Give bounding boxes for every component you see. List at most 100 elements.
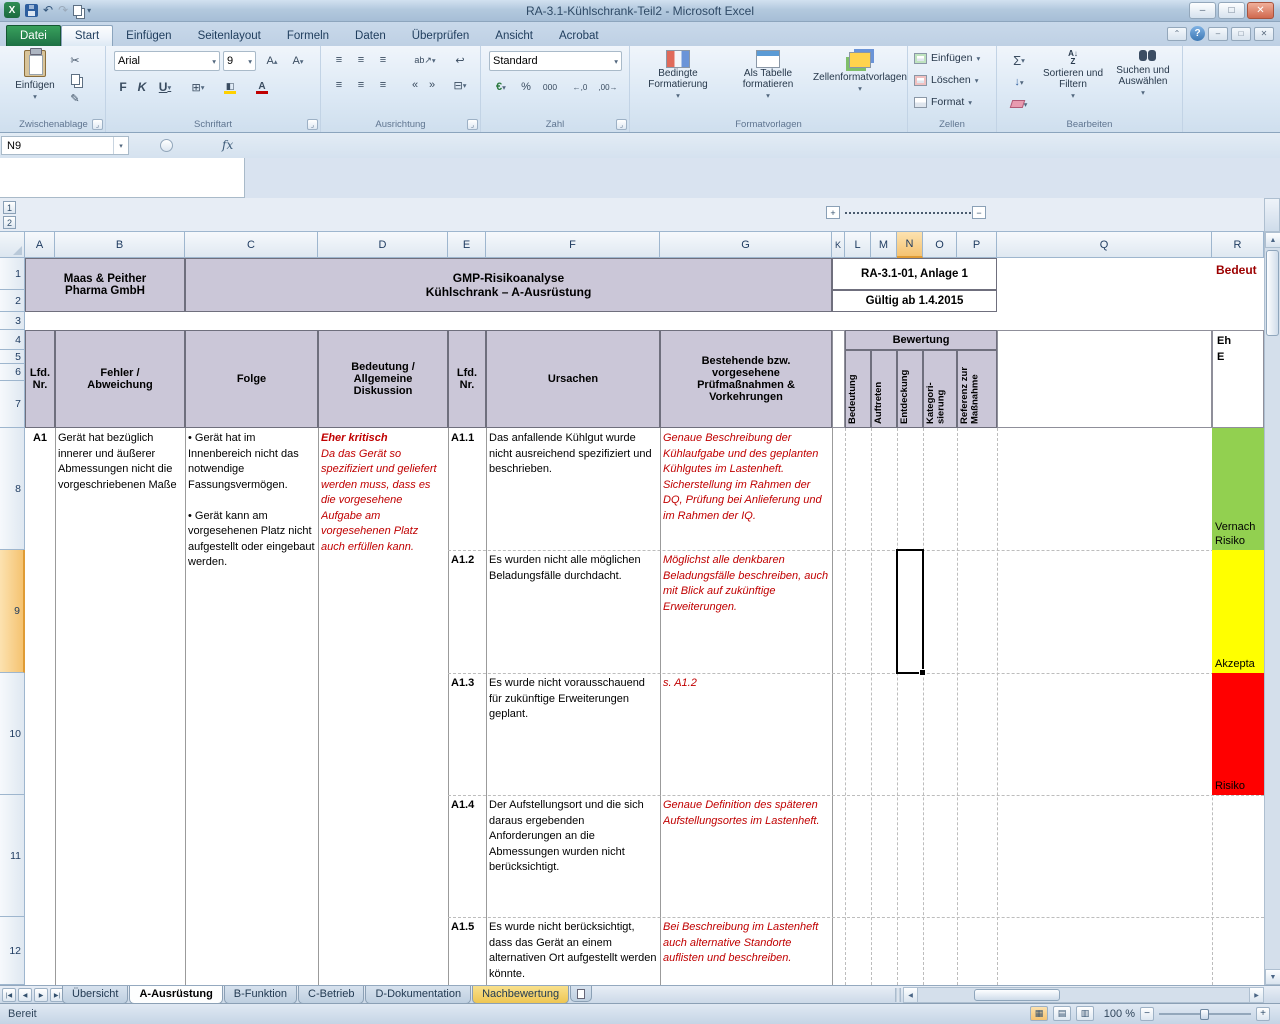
outline-level-1-button[interactable]: 1: [3, 201, 16, 214]
cell-a1-2-massnahme[interactable]: Möglichst alle denkbaren Beladungsfälle …: [663, 553, 829, 669]
col-header-o[interactable]: O: [923, 232, 957, 258]
decrease-decimal-button[interactable]: ,00→: [595, 77, 621, 97]
borders-button[interactable]: ⊞▾: [184, 77, 212, 97]
sheet-tab-c-betrieb[interactable]: C-Betrieb: [298, 986, 364, 1004]
col-header-n[interactable]: N: [897, 232, 923, 258]
increase-decimal-button[interactable]: ←,0: [567, 77, 593, 97]
align-right-icon[interactable]: ≡: [373, 76, 393, 94]
active-cell-selection[interactable]: [896, 549, 924, 674]
header-fehler[interactable]: Fehler / Abweichung: [55, 330, 185, 428]
first-sheet-icon[interactable]: |◀: [2, 988, 16, 1002]
percent-style-button[interactable]: %: [517, 77, 535, 97]
cell-risk-green[interactable]: Vernach Risiko: [1212, 428, 1264, 550]
header-folge[interactable]: Folge: [185, 330, 318, 428]
align-left-icon[interactable]: ≡: [329, 76, 349, 94]
vertical-scroll-thumb[interactable]: [1266, 250, 1279, 336]
italic-button[interactable]: K: [133, 77, 151, 97]
cell-a1-4-id[interactable]: A1.4: [451, 798, 485, 814]
wrap-text-button[interactable]: ↩: [447, 51, 473, 69]
header-massnahmen[interactable]: Bestehende bzw. vorgesehene Prüfmaßnahme…: [660, 330, 832, 428]
cell-a1-folge[interactable]: • Gerät hat im Innenbereich nicht das no…: [188, 431, 315, 981]
tab-acrobat[interactable]: Acrobat: [546, 26, 612, 46]
sheet-tab-uebersicht[interactable]: Übersicht: [62, 986, 128, 1004]
qat-document-icon[interactable]: [73, 5, 82, 16]
row-header-6[interactable]: 6: [0, 364, 25, 381]
cell-legend-header[interactable]: Bedeut: [1216, 263, 1264, 283]
formula-bar-options-icon[interactable]: [160, 139, 173, 152]
autosum-button[interactable]: Σ▾: [1003, 51, 1035, 69]
row-header-7[interactable]: 7: [0, 381, 25, 428]
insert-worksheet-tab[interactable]: [570, 986, 592, 1002]
col-header-p[interactable]: P: [957, 232, 997, 258]
font-dialog-launcher-icon[interactable]: ⌟: [307, 119, 318, 130]
row-header-12[interactable]: 12: [0, 917, 25, 985]
row-header-8[interactable]: 8: [0, 428, 25, 550]
tab-datei[interactable]: Datei: [6, 25, 61, 46]
cell-a1-2-id[interactable]: A1.2: [451, 553, 485, 569]
expand-group-icon[interactable]: +: [826, 206, 840, 219]
conditional-formatting-button[interactable]: Bedingte Formatierung▾: [635, 47, 721, 113]
cell-a1-4-massnahme[interactable]: Genaue Definition des späteren Aufstellu…: [663, 798, 829, 913]
grow-font-button[interactable]: A▴: [260, 51, 284, 71]
alignment-dialog-launcher-icon[interactable]: ⌟: [467, 119, 478, 130]
underline-button[interactable]: U ▾: [152, 77, 178, 97]
zoom-out-icon[interactable]: −: [1140, 1007, 1154, 1021]
vertical-split-handle[interactable]: [1264, 198, 1280, 232]
page-break-view-icon[interactable]: ▥: [1076, 1006, 1094, 1021]
minimize-ribbon-icon[interactable]: ⌃: [1167, 27, 1187, 41]
copy-button[interactable]: [64, 71, 86, 88]
workbook-close-button[interactable]: ✕: [1254, 27, 1274, 41]
header-ursachen[interactable]: Ursachen: [486, 330, 660, 428]
sheet-tab-a-ausruestung[interactable]: A-Ausrüstung: [129, 986, 222, 1004]
cell-legend-lines[interactable]: Eh E: [1212, 330, 1264, 428]
zoom-level[interactable]: 100 %: [1099, 1008, 1135, 1020]
col-header-r[interactable]: R: [1212, 232, 1264, 258]
header-lfd-nr[interactable]: Lfd. Nr.: [25, 330, 55, 428]
cell-doc-title[interactable]: GMP-Risikoanalyse Kühlschrank – A-Ausrüs…: [185, 258, 832, 312]
cell-risk-yellow[interactable]: Akzepta: [1212, 550, 1264, 673]
cell-k-header-area[interactable]: [832, 330, 845, 428]
paste-button[interactable]: Einfügen▾: [12, 47, 58, 113]
horizontal-scroll-thumb[interactable]: [974, 989, 1060, 1001]
row-header-9[interactable]: 9: [0, 550, 25, 673]
tab-ueberpruefen[interactable]: Überprüfen: [399, 26, 483, 46]
normal-view-icon[interactable]: ▦: [1030, 1006, 1048, 1021]
col-header-b[interactable]: B: [55, 232, 185, 258]
align-bottom-icon[interactable]: ≡: [373, 51, 393, 69]
header-lfd-nr-2[interactable]: Lfd. Nr.: [448, 330, 486, 428]
cell-a1-4-ursache[interactable]: Der Aufstellungsort und die sich daraus …: [489, 798, 657, 913]
row-header-4[interactable]: 4: [0, 330, 25, 350]
delete-cells-button[interactable]: Löschen▾: [914, 74, 978, 86]
cell-a1-bedeutung[interactable]: Eher kritisch Da das Gerät so spezifizie…: [321, 431, 445, 981]
shrink-font-button[interactable]: A▾: [286, 51, 310, 71]
align-center-icon[interactable]: ≡: [351, 76, 371, 94]
qat-customize-icon[interactable]: ▾: [87, 6, 91, 15]
col-header-l[interactable]: L: [845, 232, 871, 258]
workbook-minimize-button[interactable]: –: [1208, 27, 1228, 41]
fill-color-button[interactable]: ◧: [216, 77, 244, 97]
tab-seitenlayout[interactable]: Seitenlayout: [185, 26, 274, 46]
col-header-f[interactable]: F: [486, 232, 660, 258]
col-header-d[interactable]: D: [318, 232, 448, 258]
save-icon[interactable]: [25, 4, 38, 17]
cell-a1-1-ursache[interactable]: Das anfallende Kühlgut wurde nicht ausre…: [489, 431, 657, 547]
cell-a1-3-massnahme[interactable]: s. A1.2: [663, 676, 829, 791]
sort-filter-button[interactable]: A↓Z Sortieren und Filtern▾: [1041, 47, 1105, 113]
formula-input[interactable]: [0, 158, 245, 198]
cell-a1-id[interactable]: A1: [25, 431, 55, 447]
select-all-button[interactable]: [0, 232, 25, 258]
close-button[interactable]: ✕: [1247, 2, 1274, 19]
name-box-dropdown-icon[interactable]: ▾: [113, 137, 128, 154]
header-rot-bedeutung[interactable]: Bedeutung: [845, 350, 871, 428]
outline-level-2-button[interactable]: 2: [3, 216, 16, 229]
align-top-icon[interactable]: ≡: [329, 51, 349, 69]
header-rot-auftreten[interactable]: Auftreten: [871, 350, 897, 428]
increase-indent-icon[interactable]: »: [424, 76, 440, 94]
row-header-1[interactable]: 1: [0, 258, 25, 290]
name-box[interactable]: N9 ▾: [1, 136, 129, 155]
header-bewertung[interactable]: Bewertung: [845, 330, 997, 350]
col-header-q[interactable]: Q: [997, 232, 1212, 258]
format-painter-button[interactable]: ✎: [64, 90, 86, 107]
sheet-tab-d-dokumentation[interactable]: D-Dokumentation: [365, 986, 471, 1004]
tab-ansicht[interactable]: Ansicht: [482, 26, 546, 46]
